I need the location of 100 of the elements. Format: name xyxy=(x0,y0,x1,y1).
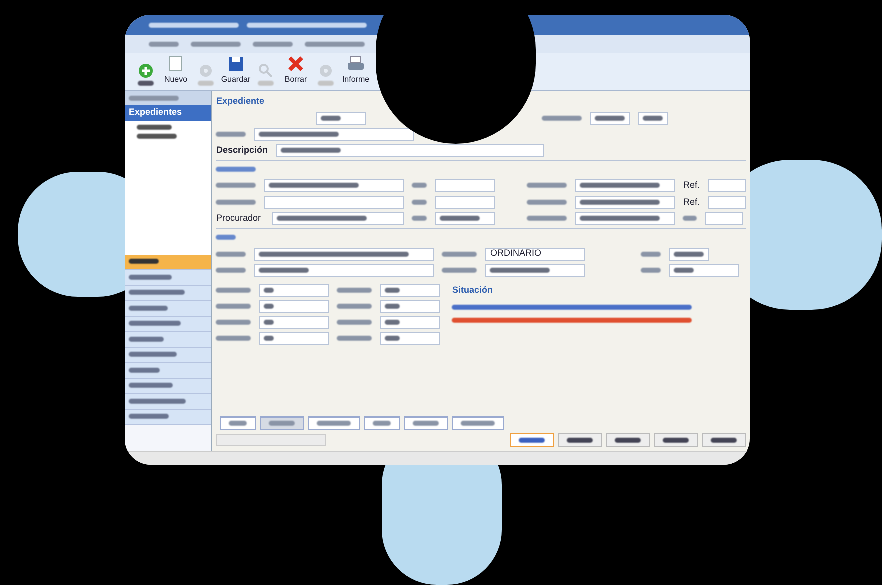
blurred-text-bar xyxy=(129,398,186,404)
blurred-text-bar xyxy=(385,336,400,340)
tab[interactable] xyxy=(606,433,650,447)
blurred-text-bar xyxy=(385,304,400,308)
blurred-text-bar xyxy=(442,252,478,256)
blurred-text-bar xyxy=(129,383,173,388)
blurred-text-bar xyxy=(413,421,440,426)
field-label: Procurador xyxy=(216,212,262,225)
blurred-text-bar xyxy=(643,116,664,120)
blurred-text-bar xyxy=(373,421,392,426)
blurred-text-bar xyxy=(216,252,246,256)
input-field[interactable]: ORDINARIO xyxy=(485,248,586,260)
blurred-text-bar xyxy=(442,268,478,272)
printer-icon xyxy=(347,56,365,72)
input-field[interactable] xyxy=(259,300,330,312)
blurred-text-bar xyxy=(216,268,246,272)
delete-x-icon xyxy=(288,56,304,72)
toolbar-button[interactable]: Informe xyxy=(341,56,371,86)
blurred-text-bar xyxy=(216,336,252,340)
blurred-text-bar xyxy=(216,132,246,136)
blurred-text-bar xyxy=(191,42,241,46)
field-label: Ref. xyxy=(683,196,700,208)
blurred-text-bar xyxy=(641,268,662,272)
blurred-text-bar xyxy=(216,200,256,205)
blurred-text-bar xyxy=(527,216,568,221)
tab[interactable] xyxy=(654,433,698,447)
blurred-text-bar xyxy=(683,216,698,221)
save-icon xyxy=(228,56,244,72)
blurred-text-bar xyxy=(129,368,160,373)
input-field[interactable] xyxy=(669,264,740,276)
blurred-text-bar xyxy=(337,288,372,292)
input-field[interactable] xyxy=(259,332,330,344)
blurred-text-bar xyxy=(216,235,236,240)
input-field[interactable] xyxy=(264,196,404,209)
input-field[interactable] xyxy=(380,316,440,328)
blurred-text-bar xyxy=(641,252,662,256)
blurred-text-bar xyxy=(198,81,214,86)
input-field[interactable] xyxy=(575,179,676,192)
blurred-text-bar xyxy=(305,42,365,46)
toolbar-button[interactable]: Guardar xyxy=(221,56,251,86)
blurred-text-bar xyxy=(137,125,172,130)
input-field[interactable] xyxy=(264,179,404,192)
blurred-text-bar xyxy=(216,183,256,188)
blurred-text-bar xyxy=(264,304,274,308)
blurred-text-bar xyxy=(567,438,593,442)
toolbar-button[interactable]: Nuevo xyxy=(161,56,191,86)
input-field[interactable] xyxy=(254,248,434,260)
input-field[interactable] xyxy=(435,196,496,209)
blurred-text-bar xyxy=(490,268,550,272)
blurred-text-bar xyxy=(461,421,496,426)
blurred-text-bar xyxy=(259,268,310,272)
input-field[interactable] xyxy=(380,284,440,296)
tab[interactable] xyxy=(558,433,602,447)
blurred-text-bar xyxy=(269,421,296,426)
document-icon xyxy=(169,56,183,72)
blurred-text-bar xyxy=(527,200,568,205)
input-field[interactable] xyxy=(259,284,330,296)
input-field[interactable] xyxy=(259,316,330,328)
blurred-text-bar xyxy=(258,81,274,86)
blurred-text-bar xyxy=(216,304,252,308)
tab[interactable] xyxy=(510,433,554,447)
input-field[interactable] xyxy=(708,179,746,192)
blurred-text-bar xyxy=(317,421,352,426)
tab[interactable] xyxy=(702,433,746,447)
input-field[interactable] xyxy=(669,248,710,260)
blurred-text-bar xyxy=(129,96,179,100)
blurred-text-bar xyxy=(129,352,177,358)
input-field[interactable] xyxy=(708,196,746,209)
input-field[interactable] xyxy=(254,128,414,140)
input-field[interactable] xyxy=(272,212,404,225)
blurred-text-bar xyxy=(412,216,428,221)
input-field[interactable] xyxy=(254,264,434,276)
input-field[interactable] xyxy=(705,212,744,225)
gear-icon xyxy=(318,63,334,79)
input-field[interactable] xyxy=(380,332,440,344)
input-field[interactable] xyxy=(435,179,496,192)
blurred-text-bar xyxy=(385,320,400,324)
input-field[interactable] xyxy=(575,212,676,225)
input-field[interactable] xyxy=(638,112,668,124)
nav-item[interactable] xyxy=(125,254,212,270)
input-field[interactable] xyxy=(380,300,440,312)
blurred-text-bar xyxy=(281,148,342,152)
blurred-text-bar xyxy=(615,438,641,442)
input-field[interactable] xyxy=(316,112,366,124)
input-field[interactable] xyxy=(276,144,544,156)
sidebar-header: Expedientes xyxy=(125,105,212,121)
input-field[interactable] xyxy=(435,212,496,225)
toolbar-button[interactable]: Borrar xyxy=(281,56,311,86)
blurred-text-bar xyxy=(229,421,248,426)
input-field[interactable] xyxy=(485,264,586,276)
blurred-text-bar xyxy=(129,336,164,342)
blurred-text-bar xyxy=(385,288,400,292)
input-field[interactable] xyxy=(575,196,676,209)
input-field[interactable] xyxy=(590,112,630,124)
blurred-text-bar xyxy=(264,336,274,340)
blurred-text-bar xyxy=(412,200,428,205)
plus-circle-icon xyxy=(138,63,154,79)
blurred-text-bar xyxy=(412,183,428,188)
blurred-text-bar xyxy=(337,320,372,324)
blurred-text-bar xyxy=(149,42,179,46)
